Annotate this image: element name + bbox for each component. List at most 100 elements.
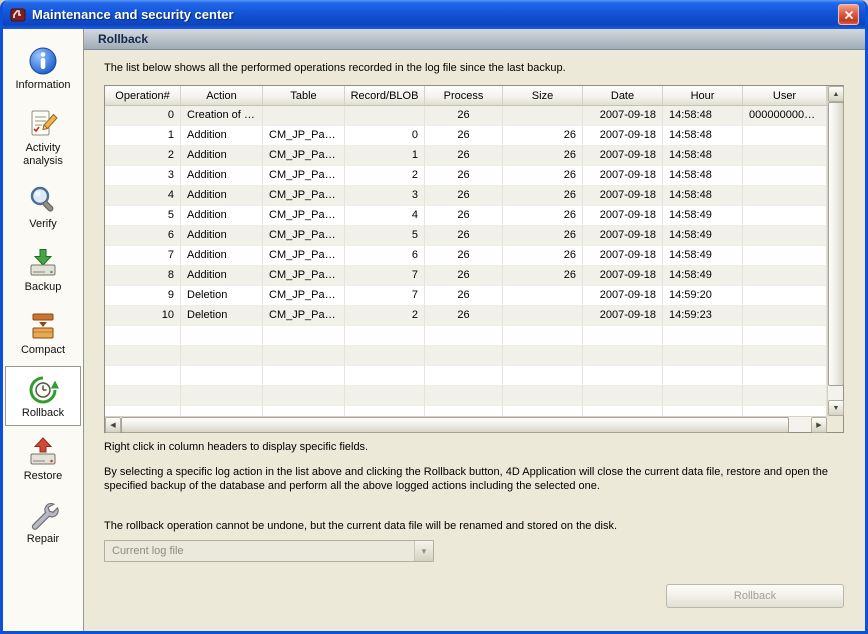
cell: Deletion <box>181 286 263 306</box>
vertical-scrollbar[interactable]: ▲ ▼ <box>827 86 843 416</box>
compact-icon <box>27 310 59 342</box>
table-row[interactable]: 1AdditionCM_JP_Params026262007-09-1814:5… <box>105 126 827 146</box>
table-row-empty[interactable] <box>105 386 827 406</box>
cell: 3 <box>345 186 425 206</box>
cell: 00000000000... <box>743 106 827 126</box>
cell <box>345 406 425 416</box>
table-row[interactable]: 5AdditionCM_JP_Params426262007-09-1814:5… <box>105 206 827 226</box>
titlebar[interactable]: Maintenance and security center <box>3 0 865 29</box>
sidebar-item-information[interactable]: Information <box>5 38 81 98</box>
sidebar-item-backup[interactable]: Backup <box>5 240 81 300</box>
sidebar-item-rollback[interactable]: Rollback <box>5 366 81 426</box>
cell <box>743 206 827 226</box>
table-row[interactable]: 2AdditionCM_JP_Params126262007-09-1814:5… <box>105 146 827 166</box>
cell <box>263 326 345 346</box>
cell: 14:58:49 <box>663 206 743 226</box>
column-header-action[interactable]: Action <box>181 86 263 106</box>
cell: 7 <box>345 286 425 306</box>
sidebar-item-compact[interactable]: Compact <box>5 303 81 363</box>
cell: 9 <box>105 286 181 306</box>
scroll-right-icon[interactable]: ▶ <box>811 417 827 433</box>
cell <box>181 386 263 406</box>
cell: 14:58:48 <box>663 106 743 126</box>
scroll-left-icon[interactable]: ◀ <box>105 417 121 433</box>
cell <box>743 326 827 346</box>
sidebar-item-label: Repair <box>27 533 59 546</box>
sidebar-item-verify[interactable]: Verify <box>5 177 81 237</box>
cell <box>663 406 743 416</box>
table-row-empty[interactable] <box>105 366 827 386</box>
cell: 2 <box>345 306 425 326</box>
restore-icon <box>27 436 59 468</box>
log-file-select-value: Current log file <box>105 545 414 557</box>
sidebar: InformationActivity analysisVerifyBackup… <box>3 29 84 631</box>
cell <box>503 386 583 406</box>
column-header-table[interactable]: Table <box>263 86 345 106</box>
cell: 26 <box>425 226 503 246</box>
column-header-process[interactable]: Process <box>425 86 503 106</box>
cell: 26 <box>503 246 583 266</box>
cell <box>263 346 345 366</box>
cell <box>503 326 583 346</box>
table-row-empty[interactable] <box>105 346 827 366</box>
intro-text: The list below shows all the performed o… <box>104 62 844 74</box>
sidebar-item-restore[interactable]: Restore <box>5 429 81 489</box>
cell <box>583 346 663 366</box>
scroll-down-icon[interactable]: ▼ <box>828 400 844 416</box>
sidebar-item-label: Rollback <box>22 407 64 420</box>
cell: 26 <box>503 186 583 206</box>
table-row[interactable]: 0Creation of a ...262007-09-1814:58:4800… <box>105 106 827 126</box>
cell: 3 <box>105 166 181 186</box>
cell <box>425 346 503 366</box>
table-row[interactable]: 3AdditionCM_JP_Params226262007-09-1814:5… <box>105 166 827 186</box>
horizontal-scroll-thumb[interactable] <box>121 417 789 433</box>
sidebar-item-activity-analysis[interactable]: Activity analysis <box>5 101 81 174</box>
column-header-operation-[interactable]: Operation# <box>105 86 181 106</box>
rollback-icon <box>27 373 59 405</box>
rollback-button[interactable]: Rollback <box>666 584 844 608</box>
column-header-record-blob[interactable]: Record/BLOB <box>345 86 425 106</box>
table-row[interactable]: 8AdditionCM_JP_Params726262007-09-1814:5… <box>105 266 827 286</box>
cell: 2 <box>345 166 425 186</box>
cell: 14:58:48 <box>663 146 743 166</box>
table-row[interactable]: 6AdditionCM_JP_Params526262007-09-1814:5… <box>105 226 827 246</box>
cell: 26 <box>425 286 503 306</box>
table-row[interactable]: 4AdditionCM_JP_Params326262007-09-1814:5… <box>105 186 827 206</box>
table-row-empty[interactable] <box>105 406 827 416</box>
chevron-down-icon: ▼ <box>414 541 433 561</box>
scroll-up-icon[interactable]: ▲ <box>828 86 844 102</box>
cell: CM_JP_Params <box>263 206 345 226</box>
table-row[interactable]: 7AdditionCM_JP_Params626262007-09-1814:5… <box>105 246 827 266</box>
cell: Addition <box>181 146 263 166</box>
sidebar-item-label: Restore <box>24 470 63 483</box>
horizontal-scrollbar[interactable]: ◀ ▶ <box>105 416 827 432</box>
cell <box>425 386 503 406</box>
cell <box>583 386 663 406</box>
column-header-date[interactable]: Date <box>583 86 663 106</box>
cell: 7 <box>345 266 425 286</box>
column-header-user[interactable]: User <box>743 86 827 106</box>
table-row-empty[interactable] <box>105 326 827 346</box>
cell: 14:58:49 <box>663 226 743 246</box>
cell: 2 <box>105 146 181 166</box>
cell: 10 <box>105 306 181 326</box>
table-row[interactable]: 9DeletionCM_JP_Params7262007-09-1814:59:… <box>105 286 827 306</box>
cell: 14:59:23 <box>663 306 743 326</box>
close-icon[interactable] <box>838 4 859 25</box>
cell: Deletion <box>181 306 263 326</box>
cell <box>663 386 743 406</box>
cell <box>743 226 827 246</box>
log-file-select[interactable]: Current log file ▼ <box>104 540 434 562</box>
vertical-scroll-thumb[interactable] <box>828 102 844 386</box>
table-row[interactable]: 10DeletionCM_JP_Params2262007-09-1814:59… <box>105 306 827 326</box>
cell: 26 <box>425 206 503 226</box>
cell: 2007-09-18 <box>583 246 663 266</box>
column-header-hour[interactable]: Hour <box>663 86 743 106</box>
sidebar-item-repair[interactable]: Repair <box>5 492 81 552</box>
column-header-size[interactable]: Size <box>503 86 583 106</box>
cell <box>345 386 425 406</box>
cell: 2007-09-18 <box>583 206 663 226</box>
cell <box>263 386 345 406</box>
cell: CM_JP_Params <box>263 246 345 266</box>
cell: 2007-09-18 <box>583 286 663 306</box>
